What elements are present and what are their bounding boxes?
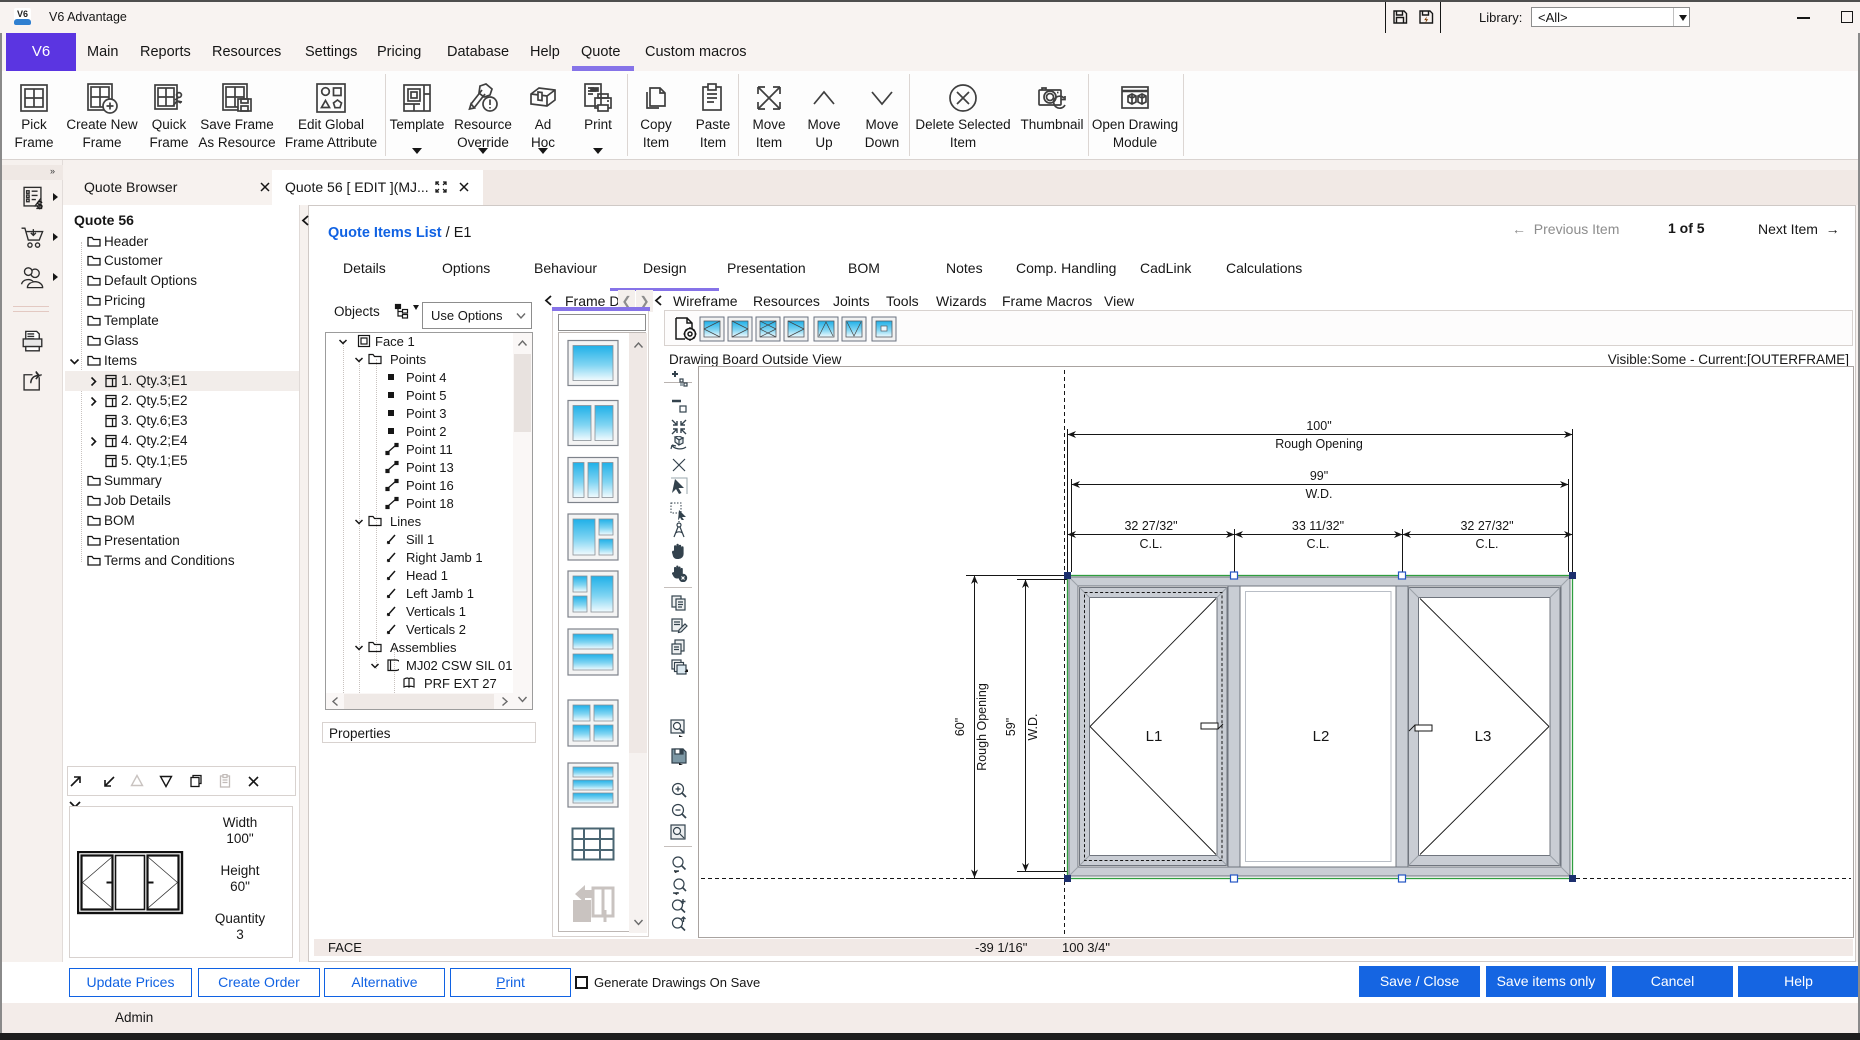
svg-text:Rough Opening: Rough Opening (975, 683, 989, 771)
svg-text:100": 100" (1306, 419, 1331, 433)
svg-text:99": 99" (1310, 469, 1328, 483)
svg-text:$: $ (37, 199, 43, 211)
svg-text:W.D.: W.D. (1305, 487, 1332, 501)
svg-text:C.L.: C.L. (1140, 537, 1163, 551)
svg-text:59": 59" (1004, 718, 1018, 736)
svg-text:L2: L2 (1313, 728, 1330, 745)
svg-text:C.L.: C.L. (1476, 537, 1499, 551)
svg-text:Rough Opening: Rough Opening (1275, 437, 1363, 451)
svg-text:32 27/32": 32 27/32" (1460, 519, 1513, 533)
svg-text:32 27/32": 32 27/32" (1124, 519, 1177, 533)
svg-text:60": 60" (953, 718, 967, 736)
svg-text:W.D.: W.D. (1026, 713, 1040, 740)
svg-text:33 11/32": 33 11/32" (1292, 519, 1344, 533)
svg-text:L1: L1 (1146, 728, 1163, 745)
svg-text:L3: L3 (1475, 728, 1492, 745)
svg-text:C.L.: C.L. (1307, 537, 1330, 551)
